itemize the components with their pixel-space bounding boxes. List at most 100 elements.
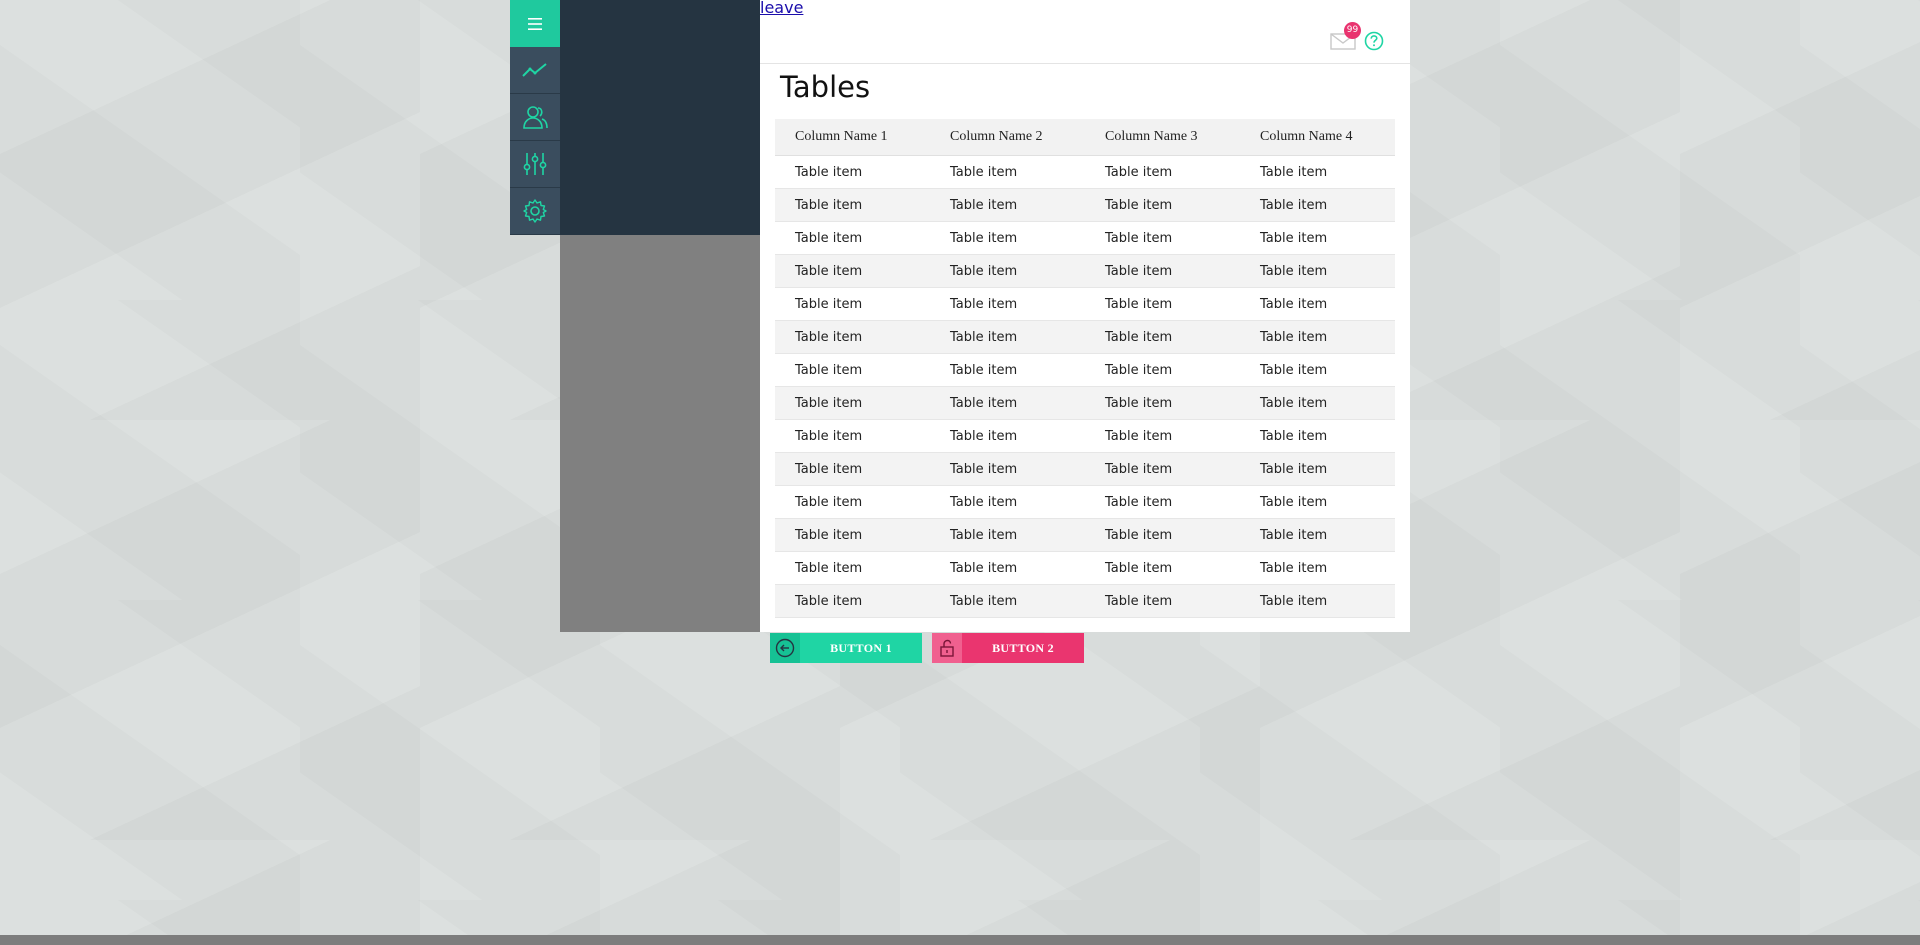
table-cell: Table item bbox=[775, 485, 930, 519]
table-cell: Table item bbox=[930, 155, 1085, 189]
table-cell: Table item bbox=[775, 551, 930, 585]
app-window: leave 99 Tables Column Name 1 Column Nam… bbox=[510, 0, 1410, 632]
menu-button[interactable] bbox=[510, 0, 560, 47]
table-cell: Table item bbox=[930, 518, 1085, 552]
trend-chart-icon bbox=[522, 63, 547, 77]
table-cell: Table item bbox=[930, 485, 1085, 519]
top-bar: leave 99 bbox=[760, 0, 1410, 64]
table-cell: Table item bbox=[775, 353, 930, 387]
table-row[interactable]: Table item Table item Table item Table i… bbox=[775, 485, 1395, 519]
column-header[interactable]: Column Name 4 bbox=[1240, 119, 1395, 156]
notification-badge: 99 bbox=[1344, 22, 1361, 39]
button-1[interactable]: BUTTON 1 bbox=[770, 633, 922, 663]
table-cell: Table item bbox=[1085, 584, 1240, 618]
icon-rail bbox=[510, 0, 560, 235]
menu-icon bbox=[528, 17, 542, 30]
table-row[interactable]: Table item Table item Table item Table i… bbox=[775, 254, 1395, 288]
table-cell: Table item bbox=[1085, 386, 1240, 420]
table-cell: Table item bbox=[1240, 353, 1395, 387]
main-content: leave 99 Tables Column Name 1 Column Nam… bbox=[760, 0, 1410, 632]
table-row[interactable]: Table item Table item Table item Table i… bbox=[775, 386, 1395, 420]
table-cell: Table item bbox=[1085, 155, 1240, 189]
table-cell: Table item bbox=[930, 452, 1085, 486]
table-cell: Table item bbox=[775, 221, 930, 255]
table-cell: Table item bbox=[775, 419, 930, 453]
table-cell: Table item bbox=[1240, 287, 1395, 321]
table-cell: Table item bbox=[1240, 584, 1395, 618]
table-cell: Table item bbox=[775, 584, 930, 618]
table-cell: Table item bbox=[1240, 188, 1395, 222]
column-header[interactable]: Column Name 2 bbox=[930, 119, 1085, 156]
table-row[interactable]: Table item Table item Table item Table i… bbox=[775, 584, 1395, 618]
question-circle-icon[interactable] bbox=[1364, 31, 1384, 51]
button-2-label: BUTTON 2 bbox=[992, 640, 1054, 655]
table-cell: Table item bbox=[1085, 353, 1240, 387]
table-row[interactable]: Table item Table item Table item Table i… bbox=[775, 551, 1395, 585]
table-cell: Table item bbox=[1085, 287, 1240, 321]
table-cell: Table item bbox=[930, 353, 1085, 387]
leave-link[interactable]: leave bbox=[760, 0, 803, 17]
table-row[interactable]: Table item Table item Table item Table i… bbox=[775, 287, 1395, 321]
table-cell: Table item bbox=[1240, 419, 1395, 453]
gear-icon bbox=[523, 199, 547, 223]
table-cell: Table item bbox=[1240, 221, 1395, 255]
table-cell: Table item bbox=[1085, 221, 1240, 255]
table-cell: Table item bbox=[1085, 419, 1240, 453]
table-cell: Table item bbox=[775, 518, 930, 552]
table-row[interactable]: Table item Table item Table item Table i… bbox=[775, 320, 1395, 354]
table-cell: Table item bbox=[930, 221, 1085, 255]
page-title: Tables bbox=[780, 70, 871, 104]
table-cell: Table item bbox=[775, 320, 930, 354]
table-cell: Table item bbox=[930, 584, 1085, 618]
table-cell: Table item bbox=[1240, 551, 1395, 585]
table-cell: Table item bbox=[1085, 518, 1240, 552]
table-cell: Table item bbox=[775, 254, 930, 288]
table-cell: Table item bbox=[1240, 254, 1395, 288]
button-2[interactable]: BUTTON 2 bbox=[932, 633, 1084, 663]
table-cell: Table item bbox=[775, 386, 930, 420]
table-cell: Table item bbox=[930, 188, 1085, 222]
table-row[interactable]: Table item Table item Table item Table i… bbox=[775, 452, 1395, 486]
table-header-row: Column Name 1 Column Name 2 Column Name … bbox=[775, 119, 1395, 156]
table-cell: Table item bbox=[1240, 386, 1395, 420]
table-cell: Table item bbox=[930, 320, 1085, 354]
column-header[interactable]: Column Name 3 bbox=[1085, 119, 1240, 156]
sidebar-item-users[interactable] bbox=[510, 94, 560, 141]
button-2-icon-box bbox=[932, 633, 962, 663]
table-cell: Table item bbox=[1240, 155, 1395, 189]
button-1-label: BUTTON 1 bbox=[830, 640, 892, 655]
table-row[interactable]: Table item Table item Table item Table i… bbox=[775, 518, 1395, 552]
table-cell: Table item bbox=[930, 386, 1085, 420]
table-cell: Table item bbox=[775, 188, 930, 222]
sidebar-item-analytics[interactable] bbox=[510, 47, 560, 94]
table-row[interactable]: Table item Table item Table item Table i… bbox=[775, 188, 1395, 222]
table-cell: Table item bbox=[775, 452, 930, 486]
table-row[interactable]: Table item Table item Table item Table i… bbox=[775, 353, 1395, 387]
table-cell: Table item bbox=[930, 287, 1085, 321]
users-icon bbox=[523, 106, 548, 129]
sidebar-item-settings[interactable] bbox=[510, 188, 560, 235]
table-row[interactable]: Table item Table item Table item Table i… bbox=[775, 221, 1395, 255]
table-row[interactable]: Table item Table item Table item Table i… bbox=[775, 155, 1395, 189]
table-cell: Table item bbox=[1240, 452, 1395, 486]
bottom-bar bbox=[0, 935, 1920, 945]
table-cell: Table item bbox=[775, 287, 930, 321]
table-cell: Table item bbox=[1085, 254, 1240, 288]
table-cell: Table item bbox=[1240, 518, 1395, 552]
table-cell: Table item bbox=[1085, 485, 1240, 519]
table-cell: Table item bbox=[930, 551, 1085, 585]
table-cell: Table item bbox=[930, 419, 1085, 453]
table-cell: Table item bbox=[1240, 485, 1395, 519]
table-cell: Table item bbox=[930, 254, 1085, 288]
table-cell: Table item bbox=[1085, 188, 1240, 222]
sliders-icon bbox=[523, 153, 547, 175]
table-row[interactable]: Table item Table item Table item Table i… bbox=[775, 419, 1395, 453]
column-header[interactable]: Column Name 1 bbox=[775, 119, 930, 156]
table-cell: Table item bbox=[775, 155, 930, 189]
table-cell: Table item bbox=[1085, 551, 1240, 585]
unlock-icon bbox=[940, 639, 954, 657]
arrow-left-circle-icon bbox=[775, 638, 795, 658]
button-1-icon-box bbox=[770, 633, 800, 663]
sidebar-item-controls[interactable] bbox=[510, 141, 560, 188]
data-table: Column Name 1 Column Name 2 Column Name … bbox=[775, 119, 1395, 618]
